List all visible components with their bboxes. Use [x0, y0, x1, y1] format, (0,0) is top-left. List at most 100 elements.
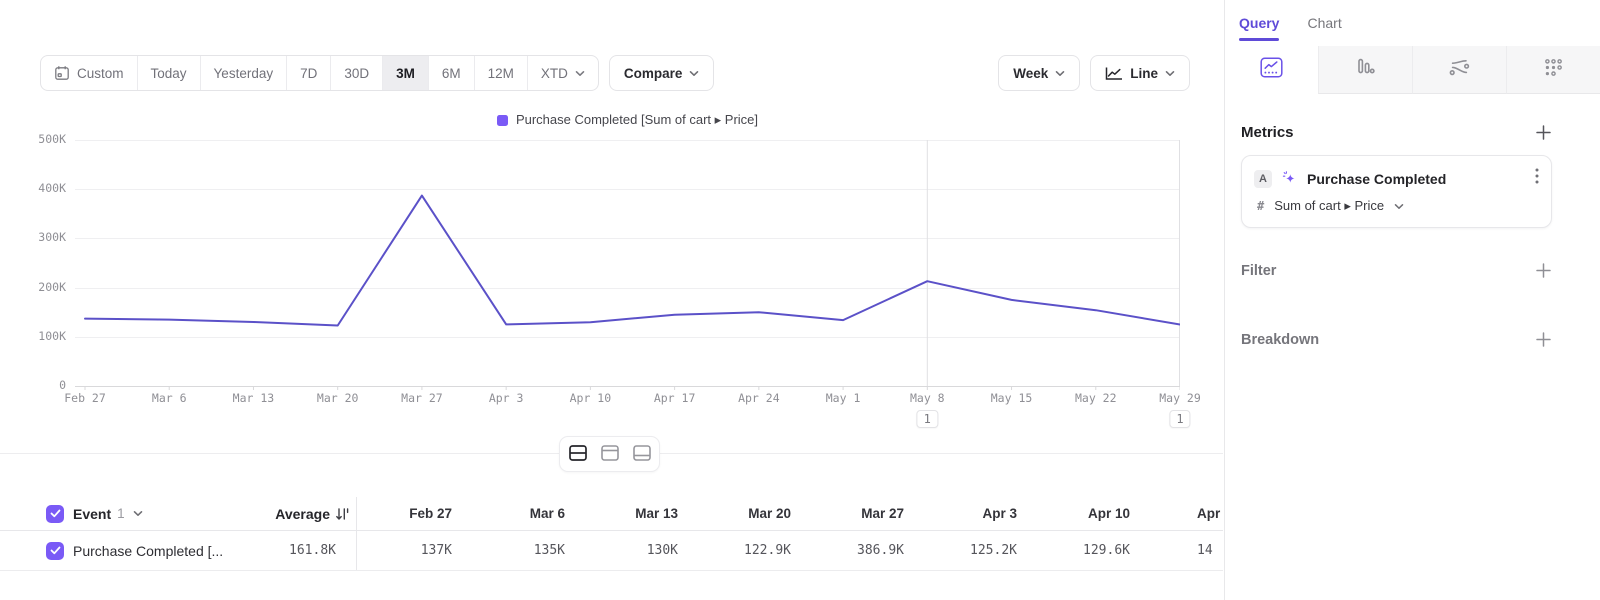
- active-tab-underline: [1239, 38, 1279, 41]
- retention-dots-icon: [1544, 58, 1563, 82]
- chart-type-funnels-tab[interactable]: [1318, 46, 1412, 94]
- y-axis-label: 300K: [0, 230, 66, 244]
- x-axis-label: Mar 6: [152, 391, 187, 405]
- x-axis-label: May 1: [826, 391, 861, 405]
- chart-type-flows-tab[interactable]: [1412, 46, 1506, 94]
- metric-letter-badge: A: [1254, 170, 1272, 188]
- chart-style-label: Line: [1130, 66, 1158, 81]
- funnel-bars-icon: [1355, 57, 1376, 83]
- y-axis-label: 500K: [0, 132, 66, 146]
- select-all-checkbox[interactable]: [46, 505, 64, 523]
- table-row-left: Purchase Completed [... 161.8K: [0, 531, 357, 570]
- top-view-icon: [600, 444, 620, 465]
- bottom-view-icon: [632, 444, 652, 465]
- cell-value: 125.2K: [922, 543, 1035, 558]
- compare-button[interactable]: Compare: [609, 55, 715, 91]
- legend-swatch: [497, 115, 508, 126]
- date-range-30d[interactable]: 30D: [331, 56, 383, 90]
- x-axis-label: Mar 13: [233, 391, 275, 405]
- metric-event-name[interactable]: Purchase Completed: [1307, 171, 1526, 187]
- cell-value: 14: [1148, 543, 1223, 558]
- x-axis-label: May 29: [1159, 391, 1201, 405]
- x-axis-label: May 22: [1075, 391, 1117, 405]
- line-chart[interactable]: [75, 140, 1180, 392]
- tab-query[interactable]: Query: [1239, 0, 1279, 46]
- x-axis-label: Apr 3: [489, 391, 524, 405]
- column-header: Mar 13: [583, 506, 696, 521]
- row-checkbox[interactable]: [46, 542, 64, 560]
- x-axis-label: Apr 10: [570, 391, 612, 405]
- date-range-xtd[interactable]: XTD: [528, 56, 598, 90]
- metric-aggregation-selector[interactable]: # Sum of cart ▸ Price: [1254, 198, 1539, 214]
- metric-card[interactable]: A Purchase Completed # Sum of cart ▸ Pri…: [1241, 155, 1552, 228]
- legend-label: Purchase Completed [Sum of cart ▸ Price]: [516, 112, 758, 128]
- sort-descending-icon: [335, 507, 350, 521]
- table-header-left: Event 1 Average: [0, 497, 357, 530]
- add-metric-button[interactable]: [1535, 124, 1552, 141]
- date-range-12m[interactable]: 12M: [475, 56, 528, 90]
- chart-legend: Purchase Completed [Sum of cart ▸ Price]: [75, 112, 1180, 128]
- insights-report-area: CustomTodayYesterday7D30D3M6M12MXTD Comp…: [0, 0, 1223, 600]
- x-axis-label: May 8: [910, 391, 945, 405]
- event-column-label: Event: [73, 506, 111, 522]
- date-range-7d[interactable]: 7D: [287, 56, 331, 90]
- flows-icon: [1448, 58, 1471, 82]
- chevron-down-icon: [1165, 70, 1175, 77]
- calendar-icon: [54, 65, 70, 81]
- chart-type-retention-tab[interactable]: [1506, 46, 1600, 94]
- column-header: Apr 10: [1035, 506, 1148, 521]
- insights-line-icon: [1260, 57, 1283, 83]
- y-axis-label: 100K: [0, 329, 66, 343]
- compare-label: Compare: [624, 66, 683, 81]
- y-axis-label: 0: [0, 378, 66, 392]
- layout-split-button[interactable]: [563, 440, 592, 468]
- results-table-header: Event 1 Average Feb 27Mar 6Mar 13Mar 20M…: [0, 497, 1223, 531]
- layout-chart-only-button[interactable]: [595, 440, 624, 468]
- tab-chart[interactable]: Chart: [1307, 0, 1341, 46]
- chart-type-tabs: [1225, 46, 1600, 94]
- event-sparkle-icon: [1281, 170, 1298, 187]
- query-sections: Metrics A Purchase Completed # Sum of ca…: [1225, 124, 1600, 348]
- chevron-down-icon[interactable]: [133, 510, 143, 517]
- x-axis-label: Mar 20: [317, 391, 359, 405]
- number-property-icon: #: [1257, 199, 1264, 213]
- chart-type-insights-tab[interactable]: [1225, 46, 1318, 94]
- column-header: Mar 6: [470, 506, 583, 521]
- filter-heading: Filter: [1241, 263, 1276, 279]
- column-header: Feb 27: [357, 506, 470, 521]
- date-range-yesterday[interactable]: Yesterday: [201, 56, 288, 90]
- event-count: 1: [117, 506, 125, 521]
- date-range-6m[interactable]: 6M: [429, 56, 475, 90]
- granularity-button[interactable]: Week: [998, 55, 1080, 91]
- x-axis-label: Apr 17: [654, 391, 696, 405]
- row-event-name: Purchase Completed [...: [73, 543, 223, 559]
- column-header: Apr: [1148, 506, 1223, 521]
- chevron-down-icon: [1055, 70, 1065, 77]
- annotation-badge[interactable]: 1: [1169, 410, 1190, 428]
- column-header: Apr 3: [922, 506, 1035, 521]
- x-axis-label: May 15: [991, 391, 1033, 405]
- date-columns-header: Feb 27Mar 6Mar 13Mar 20Mar 27Apr 3Apr 10…: [357, 497, 1223, 530]
- layout-table-only-button[interactable]: [627, 440, 656, 468]
- date-range-custom[interactable]: Custom: [41, 56, 138, 90]
- date-range-today[interactable]: Today: [138, 56, 201, 90]
- x-axis-label: Apr 24: [738, 391, 780, 405]
- x-axis-label: Mar 27: [401, 391, 443, 405]
- cell-value: 122.9K: [696, 543, 809, 558]
- table-row[interactable]: Purchase Completed [... 161.8K 137K135K1…: [0, 531, 1223, 571]
- y-axis-label: 200K: [0, 280, 66, 294]
- aggregation-label: Sum of cart ▸ Price: [1274, 198, 1384, 214]
- chevron-down-icon: [689, 70, 699, 77]
- metric-card-row: A Purchase Completed: [1254, 168, 1539, 189]
- kebab-menu-icon[interactable]: [1535, 168, 1539, 189]
- report-toolbar: CustomTodayYesterday7D30D3M6M12MXTD Comp…: [40, 55, 1190, 91]
- add-filter-button[interactable]: [1535, 262, 1552, 279]
- panel-tabs: Query Chart: [1225, 0, 1600, 46]
- cell-value: 137K: [357, 543, 470, 558]
- chart-style-button[interactable]: Line: [1090, 55, 1190, 91]
- add-breakdown-button[interactable]: [1535, 331, 1552, 348]
- average-column-header[interactable]: Average: [275, 506, 356, 522]
- metrics-heading: Metrics: [1241, 124, 1294, 141]
- date-range-3m[interactable]: 3M: [383, 56, 429, 90]
- annotation-badge[interactable]: 1: [917, 410, 938, 428]
